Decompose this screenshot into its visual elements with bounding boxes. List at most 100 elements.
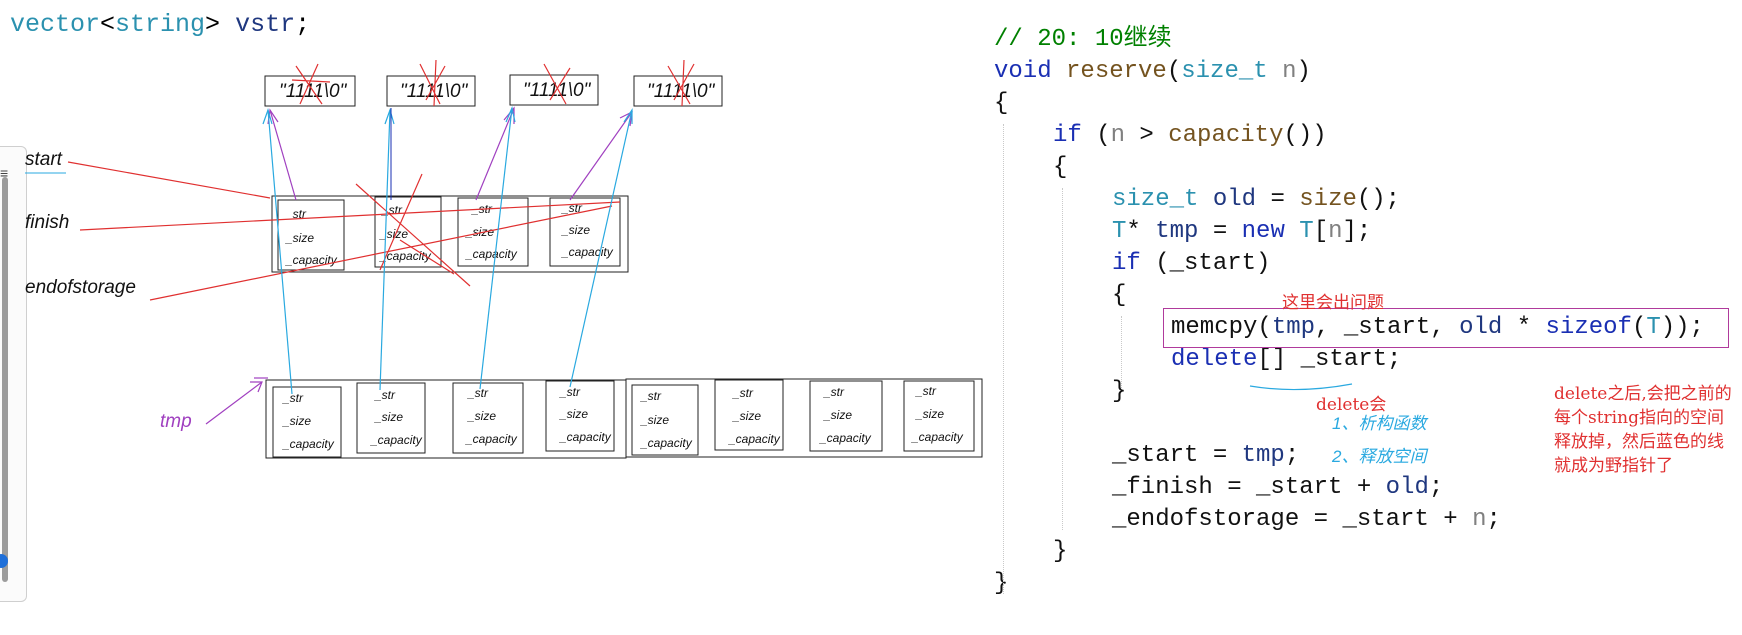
new-cell-3: _str _size _capacity — [452, 382, 524, 454]
type-size-t: size_t — [1112, 186, 1199, 213]
new-cell-8-capacity: _capacity — [911, 430, 964, 444]
new-cell-2: _str _size _capacity — [356, 382, 426, 454]
new-cell-1-capacity: _capacity — [282, 437, 335, 451]
if-paren: ( — [1081, 122, 1111, 149]
code-line-comment: // 20: 10继续 — [994, 24, 1172, 56]
semicolon: ; — [1428, 474, 1444, 501]
memory-diagram: "1111\0" "1111\0" "1111\0" "1111\0" _str… — [25, 59, 983, 459]
paren-open: ( — [1166, 58, 1182, 85]
old-storage-cells: _str _size _capacity _str _size _capacit… — [277, 196, 621, 271]
code-line-brace-close-3: } — [1112, 376, 1126, 408]
code-line-if-start: if (_start) — [1112, 248, 1270, 280]
string-literal-text-3: "1111\0" — [523, 80, 592, 101]
semicolon: ; — [1284, 442, 1300, 469]
new-cell-2-str: _str — [374, 388, 396, 402]
new-cell-8: _str _size _capacity — [903, 380, 975, 452]
code-line-brace-open-2: { — [1053, 152, 1067, 184]
var-tmp: tmp — [1155, 218, 1199, 245]
new-cell-1-size: _size — [282, 414, 311, 428]
new-cell-4: _str _size _capacity — [545, 380, 615, 452]
assign-finish: _finish = _start + — [1112, 474, 1386, 501]
code-line-delete: delete[] _start; — [1171, 344, 1401, 376]
call-close: (); — [1356, 186, 1401, 213]
new-cell-7-size: _size — [823, 408, 852, 422]
fn-size: size — [1299, 186, 1357, 213]
param-n-ref: n — [1472, 506, 1487, 533]
new-storage-cells: _str _size _capacity _str _size _capacit… — [272, 379, 975, 458]
indent-guide-1 — [1003, 124, 1004, 594]
var-tmp: tmp — [1241, 442, 1285, 469]
brace-close: } — [1112, 378, 1127, 405]
old-cell-cross-marks — [355, 173, 471, 287]
code-line-brace-open-1: { — [994, 88, 1008, 120]
new-cell-7-capacity: _capacity — [819, 431, 872, 445]
param-n-ref: n — [1328, 218, 1343, 245]
new-cell-5-capacity: _capacity — [640, 436, 693, 450]
code-line-if-capacity: if (n > capacity()) — [1053, 120, 1327, 152]
new-cell-8-str: _str — [915, 384, 937, 398]
old-cell-1-size: _size — [285, 231, 314, 245]
new-cell-6-capacity: _capacity — [728, 432, 781, 446]
new-cell-5-size: _size — [640, 413, 669, 427]
code-line-assign-endofstorage: _endofstorage = _start + n; — [1112, 504, 1501, 536]
bracket-close: ]; — [1342, 218, 1372, 245]
code-line-brace-close-2: } — [1053, 536, 1067, 568]
old-cell-2-capacity: _capacity — [379, 249, 432, 263]
paren-close: ) — [1296, 58, 1311, 85]
if-start-cond: (_start) — [1140, 250, 1271, 277]
indent-guide-2 — [1062, 188, 1063, 530]
code-line-tmp: T* tmp = new T[n]; — [1112, 216, 1371, 248]
param-n-ref: n — [1110, 122, 1126, 149]
string-literal-3: "1111\0" — [509, 74, 599, 106]
new-cell-1: _str _size _capacity — [272, 386, 342, 458]
assign-op: = — [1256, 186, 1300, 213]
annotation-problem-here: 这里会出问题 — [1282, 293, 1384, 313]
new-cell-6: _str _size _capacity — [714, 379, 784, 451]
code-line-assign-start: _start = tmp; — [1112, 440, 1299, 472]
brace-open: { — [994, 90, 1009, 117]
label-finish: finish — [25, 212, 69, 233]
new-cell-6-size: _size — [732, 409, 761, 423]
code-line-brace-open-3: { — [1112, 280, 1126, 312]
indent-guide-3 — [1121, 316, 1122, 388]
call-close: ()) — [1283, 122, 1327, 149]
annotation-step-destructor: 1、析构函数 — [1332, 414, 1427, 433]
old-cell-4-size: _size — [561, 223, 590, 237]
type-T: T — [1299, 218, 1314, 245]
new-cell-7: _str _size _capacity — [809, 380, 883, 452]
kw-delete: delete — [1171, 346, 1258, 373]
gt-op: > — [1125, 122, 1169, 149]
brace-open: { — [1112, 282, 1127, 309]
delete-target: [] _start; — [1257, 346, 1402, 373]
var-old: old — [1385, 474, 1429, 501]
new-cell-8-size: _size — [915, 407, 944, 421]
old-cell-3-capacity: _capacity — [465, 247, 518, 261]
type-T: T — [1112, 218, 1127, 245]
new-cell-2-size: _size — [374, 410, 403, 424]
new-cell-5-str: _str — [640, 389, 662, 403]
label-tmp: tmp — [160, 411, 192, 432]
old-cell-1: _str _size _capacity — [277, 199, 345, 271]
kw-if: if — [1112, 250, 1141, 277]
old-cell-3-size: _size — [465, 225, 494, 239]
kw-void: void — [994, 58, 1052, 85]
new-cell-1-str: _str — [282, 391, 304, 405]
fn-reserve: reserve — [1066, 58, 1167, 85]
string-literals: "1111\0" "1111\0" "1111\0" "1111\0" — [264, 74, 723, 107]
string-literal-text-4: "1111\0" — [647, 81, 716, 102]
assign-endofstorage: _endofstorage = _start + — [1112, 506, 1473, 533]
assign-op: = — [1198, 218, 1242, 245]
code-line-assign-finish: _finish = _start + old; — [1112, 472, 1443, 504]
memcpy-highlight-box — [1163, 308, 1729, 348]
old-cell-1-capacity: _capacity — [285, 253, 338, 267]
assign-start: _start = — [1112, 442, 1242, 469]
brace-close: } — [1053, 538, 1068, 565]
kw-if: if — [1053, 122, 1082, 149]
old-cell-4-capacity: _capacity — [561, 245, 614, 259]
semicolon: ; — [1486, 506, 1501, 533]
kw-new: new — [1241, 218, 1285, 245]
type-size-t: size_t — [1181, 58, 1268, 85]
new-cell-3-size: _size — [467, 409, 496, 423]
var-old: old — [1212, 186, 1257, 213]
